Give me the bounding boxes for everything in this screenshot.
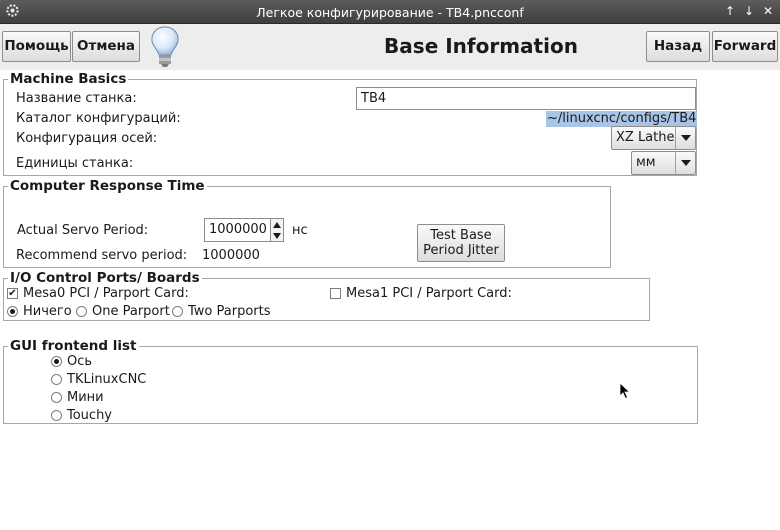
parport-two-radio[interactable] [172, 306, 183, 317]
servo-period-input[interactable]: 1000000 [204, 218, 271, 242]
lightbulb-icon [151, 26, 179, 67]
minimize-arrow-icon[interactable]: ↓ [741, 3, 757, 19]
group-title-response-time: Computer Response Time [8, 178, 207, 194]
parport-one-radio[interactable] [76, 306, 87, 317]
cancel-button[interactable]: Отмена [72, 31, 140, 62]
dropdown-arrow-icon [675, 152, 695, 174]
gui-touchy-radio[interactable] [51, 410, 62, 421]
axis-config-label: Конфигурация осей: [16, 131, 158, 146]
forward-button[interactable]: Forward [712, 31, 778, 62]
help-button[interactable]: Помощь [2, 31, 71, 62]
gui-touchy-label: Touchy [67, 408, 113, 423]
servo-period-unit: нс [292, 223, 308, 238]
config-dir-label: Каталог конфигураций: [16, 111, 181, 126]
test-jitter-label-line2: Period Jitter [423, 243, 499, 258]
gui-tklinuxcnc-label: TKLinuxCNC [67, 372, 147, 387]
gui-axis-radio[interactable] [51, 356, 62, 367]
mesa1-label: Mesa1 PCI / Parport Card: [346, 286, 512, 301]
dropdown-arrow-icon [675, 127, 695, 149]
gui-axis-label: Ось [67, 354, 93, 369]
close-icon[interactable]: ✕ [760, 3, 776, 19]
back-button[interactable]: Назад [646, 31, 710, 62]
gui-tklinuxcnc-radio[interactable] [51, 374, 62, 385]
window-titlebar: Легкое конфигурирование - TB4.pncconf ↑ … [0, 0, 780, 24]
page-title: Base Information [384, 34, 578, 58]
parport-one-label: One Parport [92, 304, 170, 319]
config-dir-value[interactable]: ~/linuxcnc/configs/TB4 [546, 111, 698, 127]
axis-config-value: XZ Lathe [616, 130, 675, 145]
toolbar: Помощь Отмена Base Information Назад For… [0, 24, 780, 70]
mesa0-label: Mesa0 PCI / Parport Card: [23, 286, 189, 301]
mesa1-checkbox[interactable] [330, 288, 341, 299]
test-jitter-button[interactable]: Test Base Period Jitter [417, 224, 505, 262]
window-title: Легкое конфигурирование - TB4.pncconf [256, 5, 524, 20]
servo-period-spinner[interactable] [271, 218, 284, 242]
recommend-servo-label: Recommend servo period: [16, 248, 188, 263]
group-title-gui-frontend: GUI frontend list [8, 338, 139, 354]
gui-mini-radio[interactable] [51, 392, 62, 403]
axis-config-dropdown[interactable]: XZ Lathe [611, 126, 696, 150]
parport-two-label: Two Parports [188, 304, 271, 319]
spin-down-icon[interactable] [273, 233, 281, 239]
machine-units-value: мм [636, 155, 656, 170]
maximize-arrow-icon[interactable]: ↑ [722, 3, 738, 19]
gui-mini-label: Мини [67, 390, 104, 405]
machine-name-input[interactable]: TB4 [356, 87, 696, 110]
machine-name-label: Название станка: [16, 91, 137, 106]
machine-units-dropdown[interactable]: мм [631, 151, 696, 175]
recommend-servo-value: 1000000 [202, 248, 260, 263]
parport-none-radio[interactable] [7, 306, 18, 317]
test-jitter-label-line1: Test Base [430, 228, 492, 243]
mouse-cursor-icon [619, 382, 631, 400]
machine-units-label: Единицы станка: [16, 156, 134, 171]
mesa0-checkbox[interactable]: ✔ [7, 288, 18, 299]
parport-none-label: Ничего [23, 304, 72, 319]
servo-period-label: Actual Servo Period: [17, 223, 149, 238]
group-title-machine-basics: Machine Basics [8, 71, 129, 87]
spin-up-icon[interactable] [273, 222, 281, 228]
group-title-io-ports: I/O Control Ports/ Boards [8, 270, 202, 286]
